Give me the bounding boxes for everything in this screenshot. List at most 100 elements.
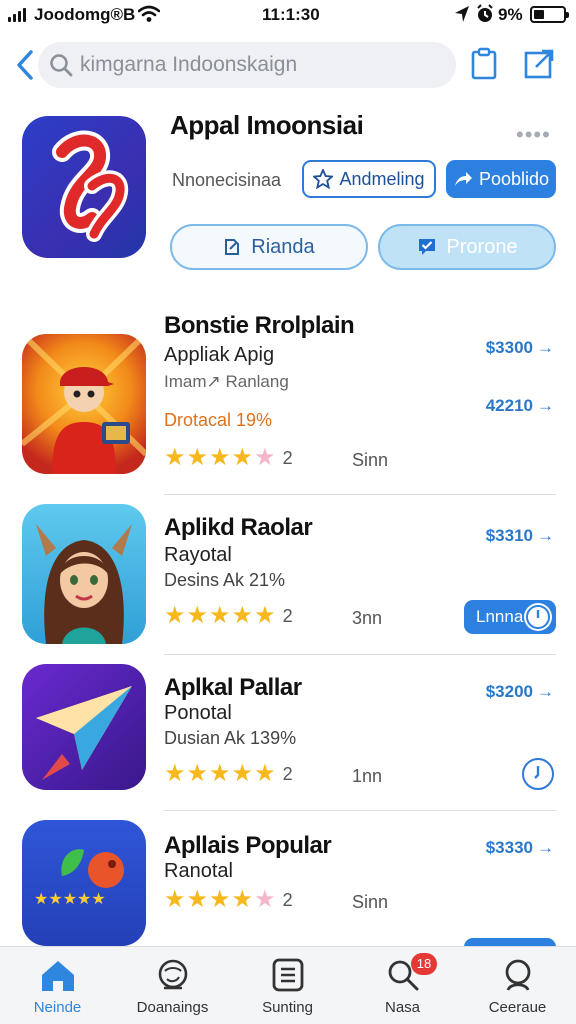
divider [164, 810, 556, 811]
divider [164, 654, 556, 655]
get-app-button[interactable]: Lnnna [464, 600, 556, 634]
carrier-name: Joodomg®B [34, 5, 136, 24]
app-title: Aplikd Raolar [164, 514, 313, 541]
app-title: Bonstie Rrolplain [164, 312, 355, 339]
app-discount: Desins Ak 21% [164, 570, 286, 590]
app-subtitle: Ponotal [164, 702, 232, 724]
app-icon-baseball-player[interactable] [22, 334, 146, 474]
app-discount: Dusian Ak 139% [164, 728, 297, 748]
app-icon-paper-plane[interactable] [22, 664, 146, 790]
wifi-icon [138, 5, 160, 22]
app-size: 3nn [352, 608, 383, 628]
tab-label: Nasa [384, 999, 421, 1016]
tab-search[interactable]: 18 Nasa [345, 947, 460, 1024]
list-icon [272, 958, 303, 992]
back-chevron-icon[interactable] [14, 48, 36, 82]
tab-profile[interactable]: Ceeraue [460, 947, 575, 1024]
search-bar[interactable] [38, 42, 456, 88]
app-icon-character-girl[interactable] [22, 504, 146, 644]
featured-app-icon[interactable] [22, 116, 146, 258]
app-discount: Drotacal 19% [164, 410, 273, 430]
rianda-button[interactable]: Rianda [170, 224, 368, 270]
divider [164, 494, 556, 495]
star-icon: ★ [164, 760, 186, 787]
star-empty-icon: ★ [254, 444, 276, 471]
app-subtitle: Ranotal [164, 860, 233, 882]
rating-count: 2 [282, 889, 293, 910]
share-arrow-icon [454, 172, 472, 186]
clipboard-icon[interactable] [468, 47, 500, 81]
price-link[interactable]: $3200 → [486, 682, 554, 702]
rating-count: 2 [282, 447, 293, 468]
app-title: Apllais Popular [164, 832, 332, 859]
featured-app-subtitle: Nnonecisinaa [172, 170, 282, 190]
price-link[interactable]: $3330 → [486, 838, 554, 858]
price-value: 42210 [485, 396, 533, 415]
more-options-icon[interactable]: •••• [516, 122, 551, 148]
app-size: 1nn [352, 766, 383, 786]
rianda-button-label: Rianda [251, 235, 315, 258]
search-input[interactable] [80, 50, 440, 80]
star-rating: ★ ★ ★ ★ ★ 2 [164, 762, 293, 786]
cellular-signal-icon [8, 8, 30, 22]
clock-icon[interactable] [522, 758, 554, 790]
star-icon: ★ [186, 444, 209, 471]
edit-icon [225, 239, 240, 255]
tab-label: Neinde [33, 999, 82, 1016]
star-icon: ★ [164, 886, 186, 913]
arrow-right-icon: → [537, 338, 554, 357]
app-icon-fruit-stars[interactable]: ★★★★★ [22, 820, 146, 946]
battery-icon [530, 6, 569, 23]
edit-window-icon[interactable] [522, 47, 556, 81]
app-subtitle: Rayotal [164, 544, 232, 566]
tab-downloads[interactable]: Doanaings [115, 947, 230, 1024]
star-icon: ★ [186, 760, 209, 787]
star-icon: ★ [231, 886, 254, 913]
price-value: $3330 [485, 838, 533, 857]
pooblido-button-label: Pooblido [478, 168, 550, 189]
clock-icon [524, 603, 552, 631]
battery-percentage: 9% [498, 5, 523, 24]
featured-app-title: Appal Imoonsiai [170, 110, 364, 140]
star-icon: ★ [254, 602, 276, 629]
star-icon: ★ [209, 602, 231, 629]
arrow-right-icon: → [537, 838, 554, 857]
app-title: Aplkal Pallar [164, 674, 302, 701]
star-icon: ★ [164, 444, 186, 471]
notification-badge: 18 [411, 953, 437, 975]
andmeling-button[interactable]: Andmeling [302, 160, 436, 198]
pooblido-button[interactable]: Pooblido [446, 160, 556, 198]
star-rating: ★ ★ ★ ★ ★ 2 [164, 446, 293, 470]
star-rating: ★ ★ ★ ★ ★ 2 [164, 888, 293, 912]
search-icon [50, 54, 73, 77]
app-size: Sinn [352, 450, 389, 470]
app-size: Sinn [352, 892, 389, 912]
get-button-label: Lnnna [476, 607, 524, 626]
star-icon: ★ [186, 886, 209, 913]
price-link[interactable]: 42210 → [486, 396, 554, 416]
andmeling-button-label: Andmeling [339, 168, 425, 189]
home-icon [41, 961, 74, 991]
tab-home[interactable]: Neinde [0, 947, 115, 1024]
price-value: $3300 [485, 338, 533, 357]
tab-sorting[interactable]: Sunting [230, 947, 345, 1024]
price-link[interactable]: $3300 → [486, 338, 554, 358]
prorone-button-label: Prorone [446, 235, 518, 258]
globe-icon [158, 959, 187, 990]
svg-text:★★★★★: ★★★★★ [34, 889, 106, 908]
star-icon: ★ [209, 760, 231, 787]
profile-icon [505, 959, 530, 991]
star-outline-icon [313, 169, 334, 189]
star-icon: ★ [209, 886, 231, 913]
price-link[interactable]: $3310 → [486, 526, 554, 546]
tab-bar: Neinde Doanaings Sunting 18 Nasa Ceeraue [0, 946, 576, 1024]
location-arrow-icon [455, 6, 469, 22]
star-icon: ★ [254, 760, 276, 787]
prorone-button[interactable]: Prorone [378, 224, 556, 270]
star-rating: ★ ★ ★ ★ ★ 2 [164, 604, 293, 628]
app-category: Imam↗ Ranlang [164, 372, 289, 391]
clock: 11:1:30 [262, 5, 320, 24]
star-icon: ★ [164, 602, 186, 629]
rating-count: 2 [282, 763, 293, 784]
star-icon: ★ [186, 602, 209, 629]
